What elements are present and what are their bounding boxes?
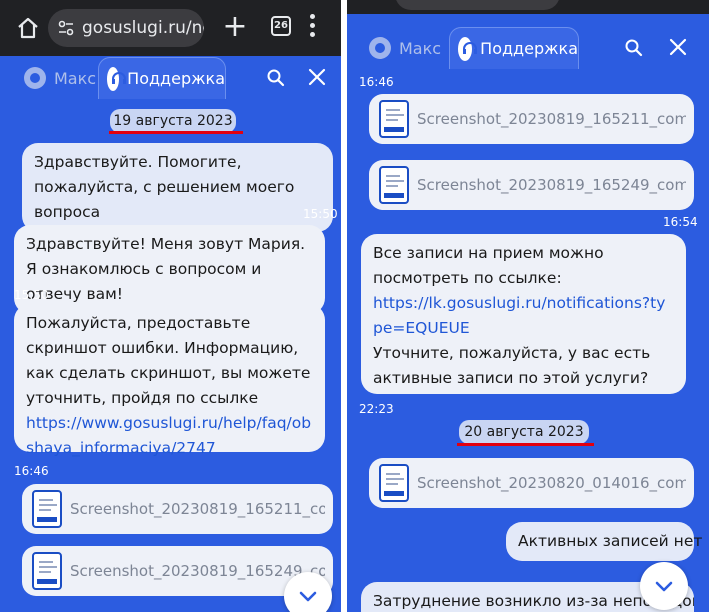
address-bar-remnant xyxy=(395,0,560,10)
message-time: 16:54 xyxy=(663,215,698,229)
file-attachment[interactable]: Screenshot_20230820_014016_com.android.c… xyxy=(369,458,694,508)
message-time: 16:46 xyxy=(359,75,394,89)
chat-messages[interactable]: 16:46 Screenshot_20230819_165211_com.and… xyxy=(347,70,709,612)
url-text: gosuslugi.ru/new xyxy=(82,18,204,38)
close-icon[interactable] xyxy=(306,66,328,88)
file-attachment[interactable]: Screenshot_20230819_165211_com.android.c… xyxy=(22,484,333,534)
chat-header: Макс Поддержка xyxy=(0,56,341,100)
tab-maks-label: Макс xyxy=(399,38,442,58)
file-icon xyxy=(32,490,62,528)
address-bar[interactable]: gosuslugi.ru/new xyxy=(48,9,204,47)
highlight-underline xyxy=(109,131,243,134)
home-icon[interactable] xyxy=(16,16,40,40)
file-icon xyxy=(379,166,409,204)
file-icon xyxy=(379,464,409,502)
date-separator: 20 августа 2023 xyxy=(459,420,589,444)
close-icon[interactable] xyxy=(667,36,689,58)
faq-link[interactable]: https://www.gosuslugi.ru/help/faq/obshay… xyxy=(26,414,311,457)
file-name: Screenshot_20230819_165211_com.android.c… xyxy=(417,110,686,128)
tab-count-icon[interactable]: 26 xyxy=(271,16,291,36)
site-info-icon[interactable] xyxy=(58,20,74,36)
agent-message: Все записи на прием можно посмотреть по … xyxy=(361,234,686,394)
message-time: 15:50 xyxy=(303,207,338,221)
maks-icon xyxy=(369,37,391,59)
tab-support-label: Поддержка xyxy=(127,69,225,88)
menu-dots-icon[interactable] xyxy=(310,14,316,40)
agent-message-text: Все записи на прием можно посмотреть по … xyxy=(373,244,604,287)
file-icon xyxy=(32,552,62,590)
file-attachment[interactable]: Screenshot_20230819_165249_com.android.c… xyxy=(369,160,694,210)
file-name: Screenshot_20230819_165249_com.android.c… xyxy=(417,176,686,194)
headset-icon xyxy=(107,66,127,91)
chevron-down-icon xyxy=(655,581,673,592)
chat-header: Макс Поддержка xyxy=(347,26,709,70)
maks-icon xyxy=(24,67,46,89)
date-separator: 19 августа 2023 xyxy=(110,109,236,133)
agent-message-text: Уточните, пожалуйста, у вас есть активны… xyxy=(373,344,651,387)
search-icon[interactable] xyxy=(266,68,286,88)
message-time: 16:46 xyxy=(14,464,49,478)
tab-support-label: Поддержка xyxy=(480,39,578,58)
scroll-down-button[interactable] xyxy=(284,572,332,612)
file-name: Screenshot_20230820_014016_com.android.c… xyxy=(417,474,686,492)
headset-icon xyxy=(458,36,478,61)
tab-maks[interactable]: Макс xyxy=(24,62,96,94)
file-name: Screenshot_20230819_165211_com.android.c… xyxy=(70,500,325,518)
chevron-down-icon xyxy=(299,591,317,602)
search-icon[interactable] xyxy=(624,38,644,58)
tab-support[interactable]: Поддержка xyxy=(98,57,226,99)
new-tab-plus-icon[interactable]: + xyxy=(222,12,248,42)
agent-message-text: Пожалуйста, предоставьте скриншот ошибки… xyxy=(26,314,311,407)
scroll-down-button[interactable] xyxy=(640,562,688,610)
right-screenshot-panel: Макс Поддержка 16:46 Screenshot_20230819… xyxy=(347,0,709,612)
user-message: Активных записей нет xyxy=(506,522,702,561)
browser-toolbar-remnant xyxy=(347,0,709,14)
message-time: 22:23 xyxy=(359,402,394,416)
highlight-underline xyxy=(457,443,594,446)
file-attachment[interactable]: Screenshot_20230819_165211_com.android.c… xyxy=(369,94,694,144)
tab-maks-label: Макс xyxy=(54,68,97,88)
notifications-link[interactable]: https://lk.gosuslugi.ru/notifications?ty… xyxy=(373,294,665,337)
left-screenshot-panel: gosuslugi.ru/new + 26 Макс Поддержка 19 … xyxy=(0,0,341,612)
agent-message: Здравствуйте! Меня зовут Мария. Я ознако… xyxy=(14,225,325,314)
tab-support[interactable]: Поддержка xyxy=(449,27,579,69)
message-time: 15:50 xyxy=(14,288,49,302)
chat-messages[interactable]: 19 августа 2023 Здравствуйте. Помогите, … xyxy=(0,100,341,612)
tab-maks[interactable]: Макс xyxy=(369,32,441,64)
file-icon xyxy=(379,100,409,138)
user-message: Здравствуйте. Помогите, пожалуйста, с ре… xyxy=(22,143,333,232)
agent-message: Пожалуйста, предоставьте скриншот ошибки… xyxy=(14,304,325,457)
browser-toolbar: gosuslugi.ru/new + 26 xyxy=(0,0,341,56)
